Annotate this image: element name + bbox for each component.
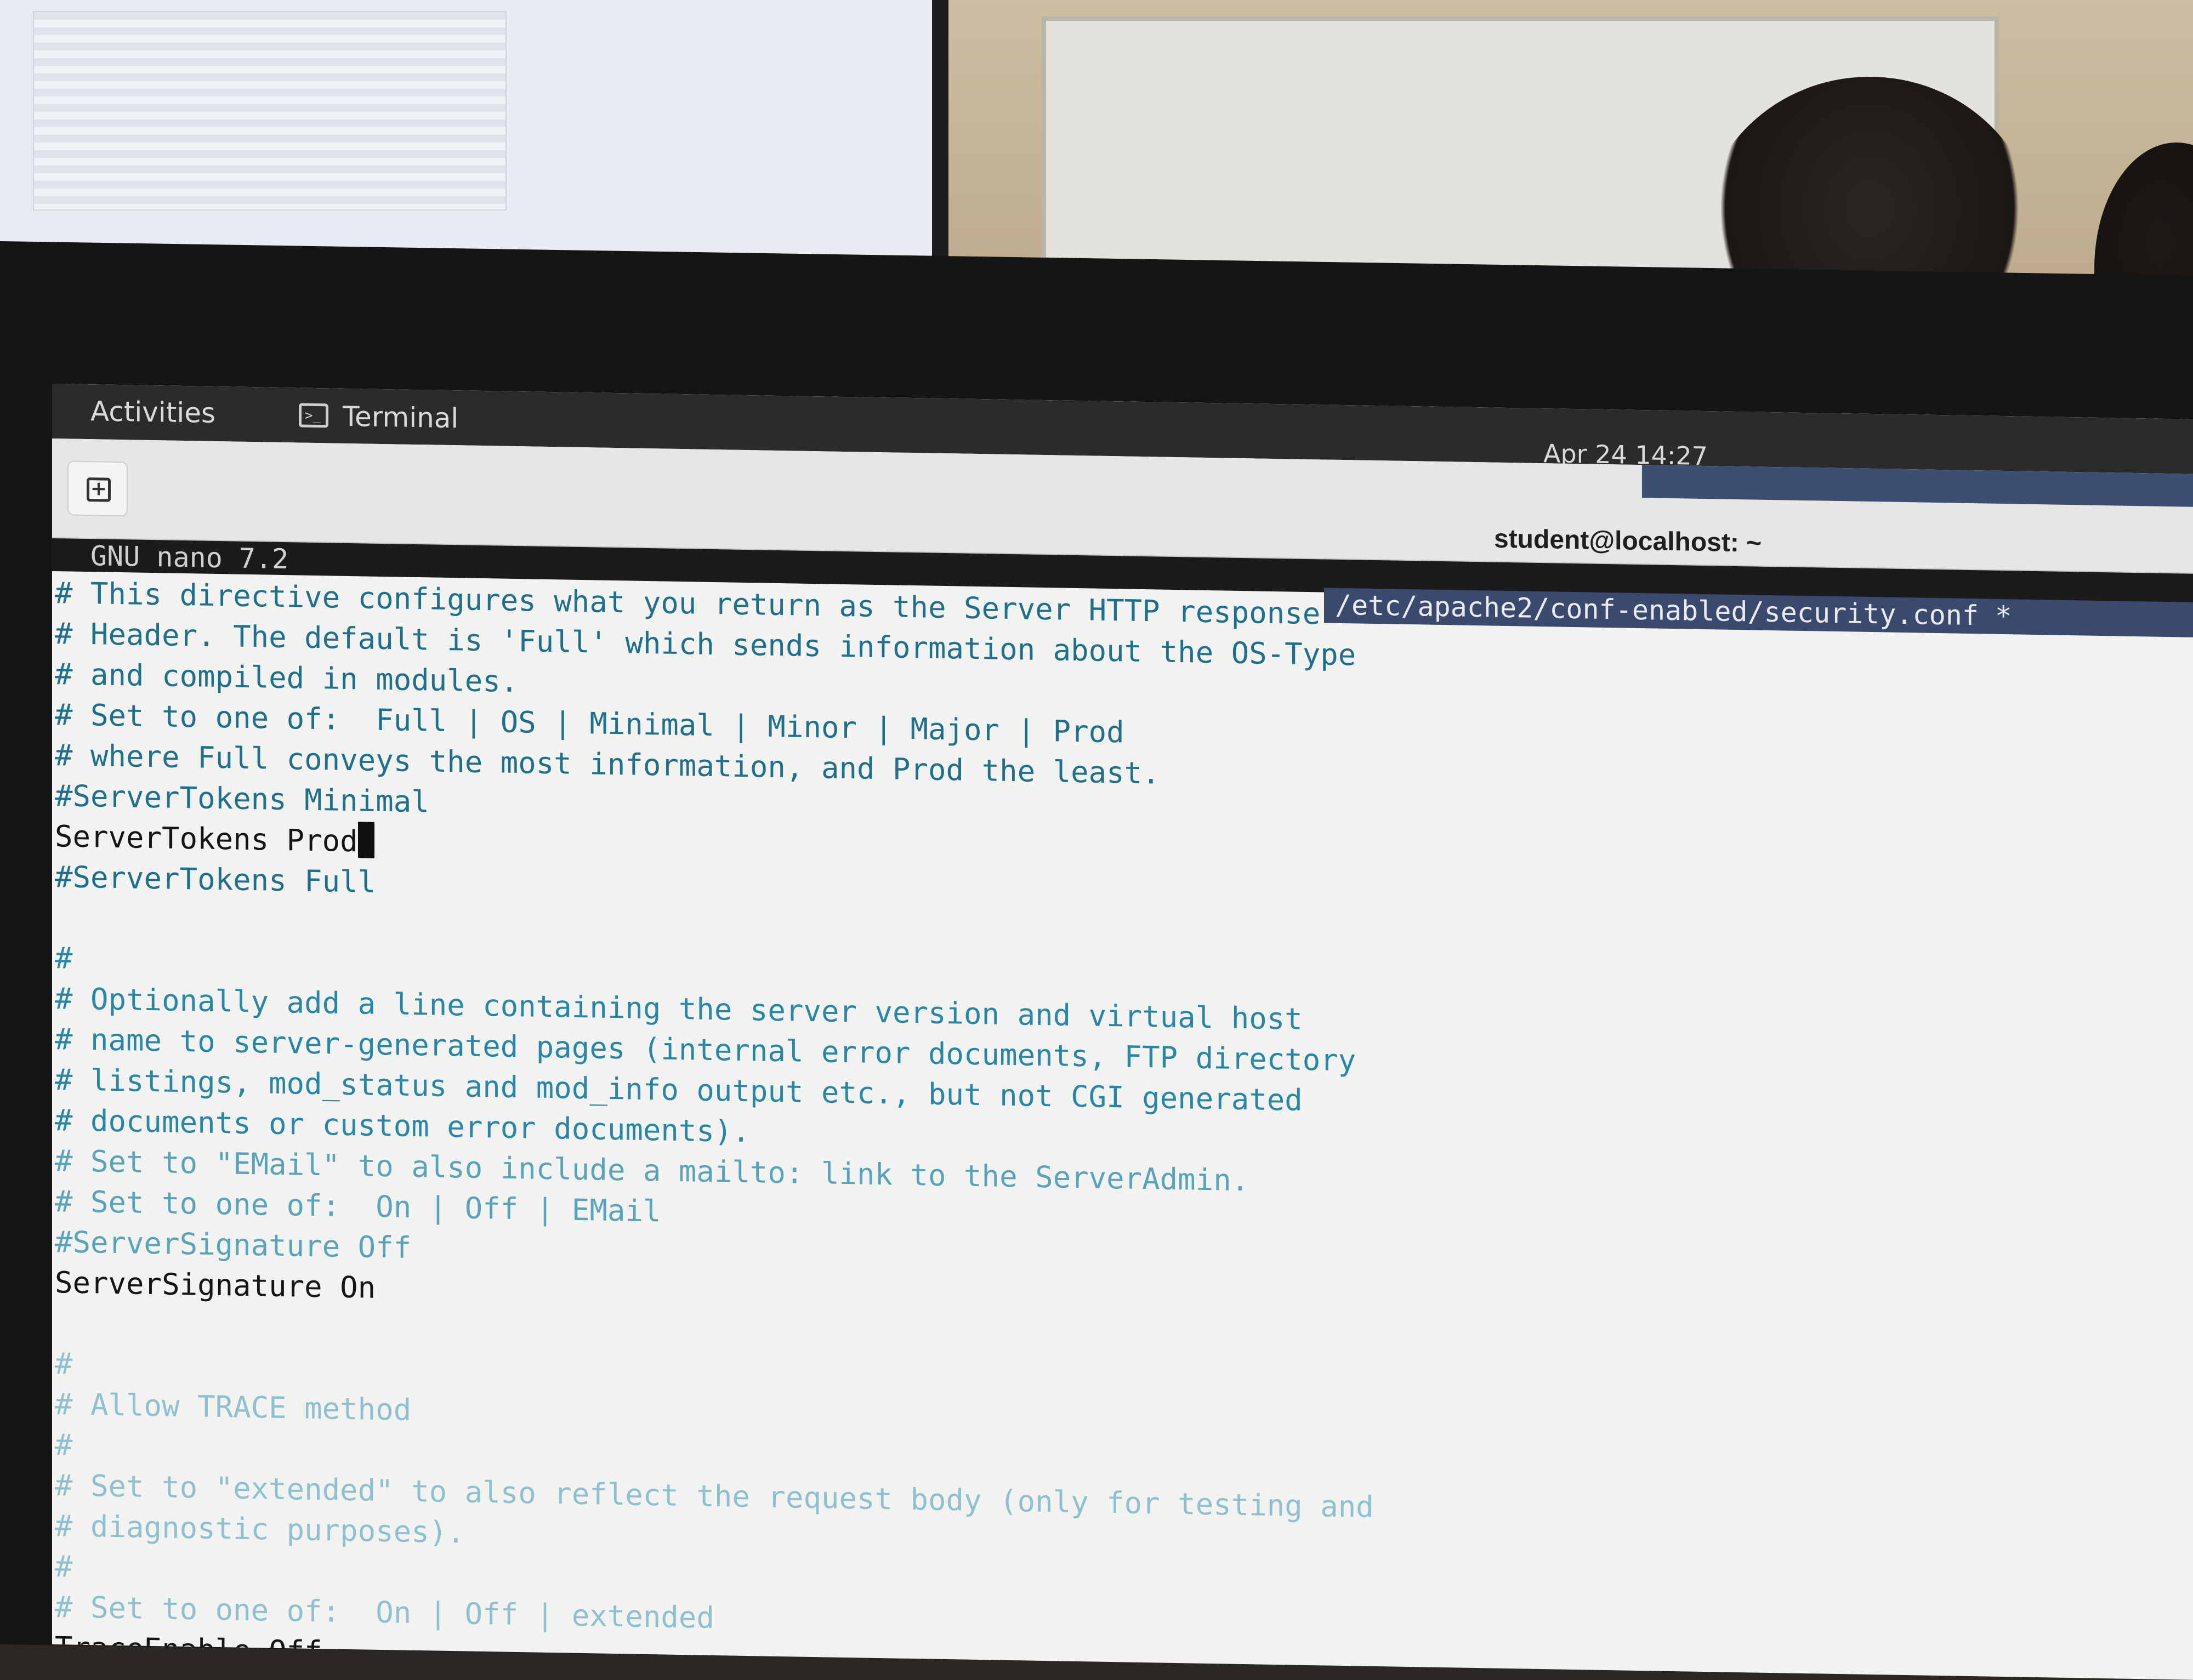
- editor-line-text: # Set to one of: On | Off | EMail: [55, 1184, 661, 1229]
- editor-line-text: TraceEnable Off: [55, 1630, 322, 1670]
- nano-editor-buffer[interactable]: # This directive configures what you ret…: [55, 573, 2138, 1680]
- plus-icon: +: [87, 477, 111, 502]
- text-cursor: [357, 822, 374, 858]
- background-monitor: [0, 0, 948, 274]
- new-tab-button[interactable]: +: [67, 460, 128, 517]
- editor-line-text: #: [55, 941, 73, 976]
- editor-line-text: #: [55, 1549, 73, 1584]
- terminal-app-icon[interactable]: >_: [299, 403, 328, 428]
- activities-button[interactable]: Activities: [90, 395, 215, 429]
- editor-line-text: #ServerSignature Off: [55, 1225, 412, 1265]
- window-title: student@localhost: ~: [1494, 524, 1762, 558]
- editor-line-text: #ServerTokens Full: [55, 859, 376, 899]
- editor-line-text: ServerSignature On: [55, 1265, 376, 1305]
- editor-line-text: # Set to one of: On | Off | extended: [55, 1590, 714, 1636]
- editor-line-text: # and compiled in modules.: [55, 657, 519, 699]
- app-menu-terminal[interactable]: Terminal: [343, 401, 458, 435]
- editor-line-text: ServerTokens Prod: [55, 819, 358, 859]
- nano-version: GNU nano 7.2: [90, 540, 289, 576]
- editor-line-text: # Allow TRACE method: [55, 1387, 412, 1427]
- background-monitor-content: [33, 11, 507, 210]
- monitor-screen: Activities >_ Terminal Apr 24 14:27 + st…: [52, 384, 2193, 1680]
- editor-line-text: # diagnostic purposes).: [55, 1508, 465, 1550]
- editor-line-text: #: [55, 1346, 73, 1381]
- editor-line-text: #ServerTokens Minimal: [55, 778, 429, 819]
- editor-line-text: #: [55, 1427, 73, 1462]
